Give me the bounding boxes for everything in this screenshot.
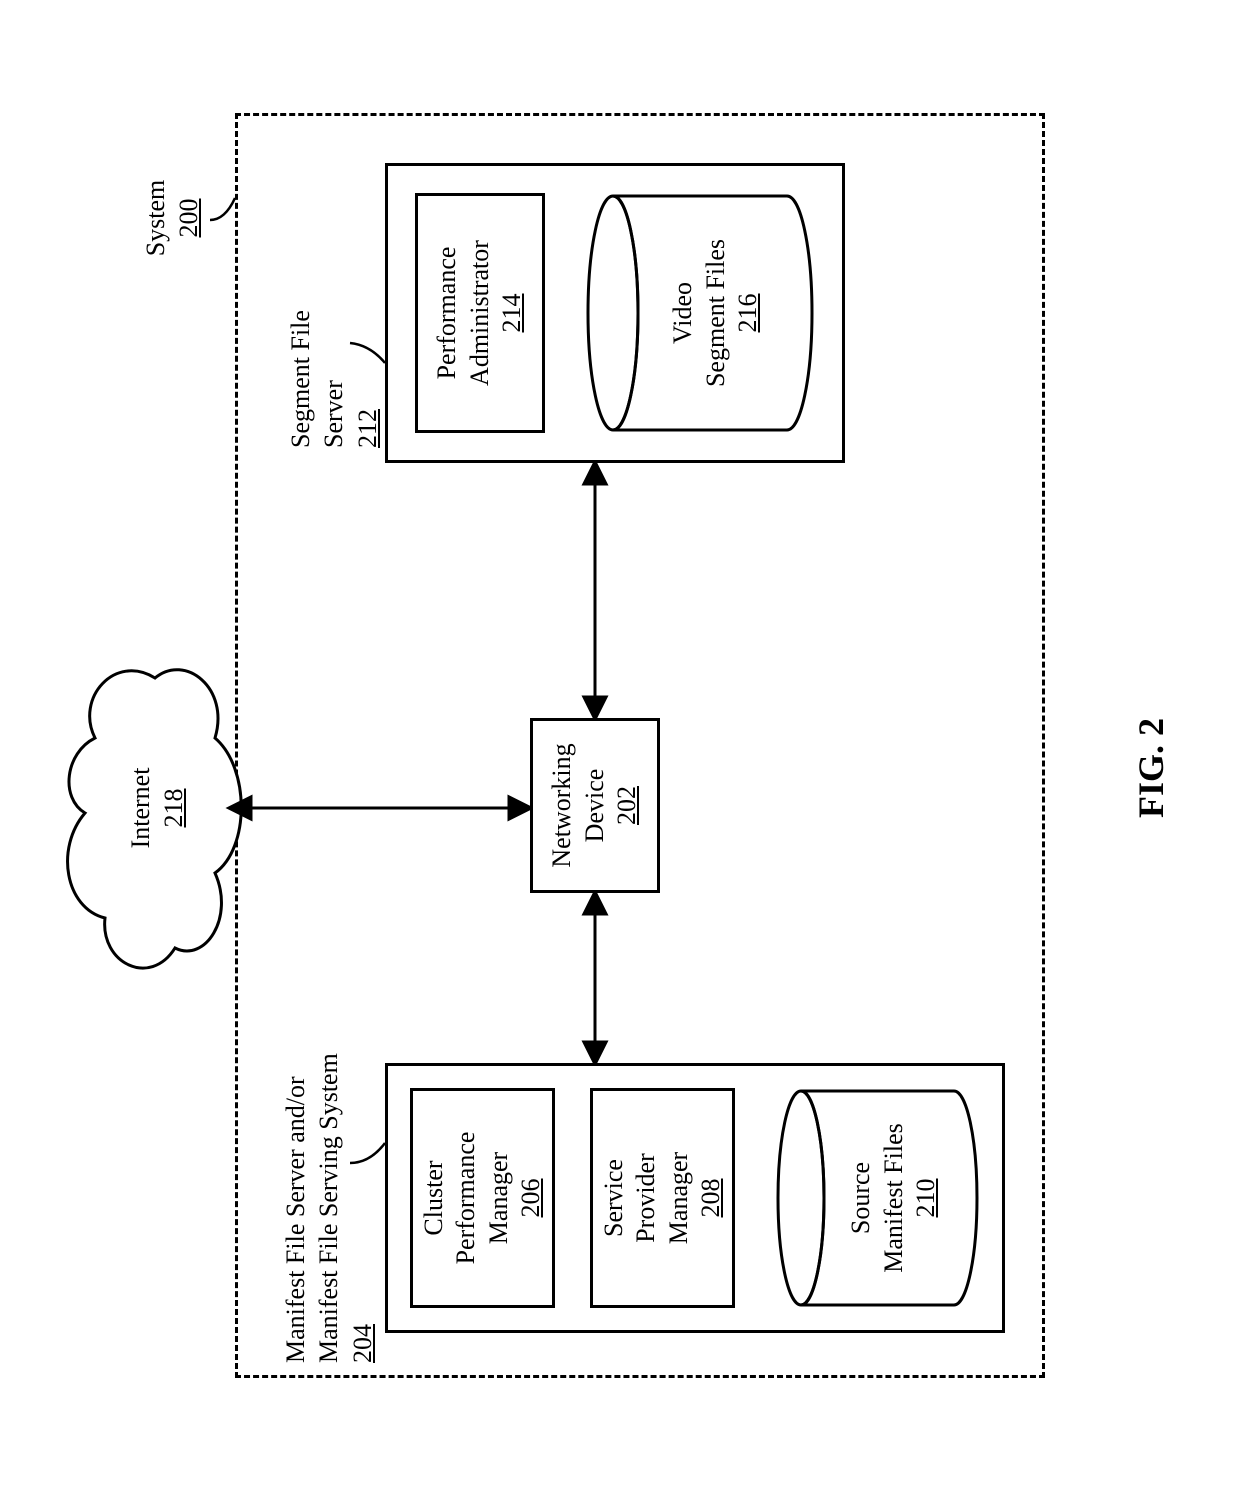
segment-server-label-text: Segment File Server	[286, 310, 348, 448]
source-manifest-files-cylinder: Source Manifest Files 210	[775, 1088, 980, 1308]
cluster-perf-mgr-box: Cluster Performance Manager 206	[410, 1088, 555, 1308]
manifest-server-ref: 204	[348, 1324, 377, 1363]
figure-label: FIG. 2	[1130, 718, 1172, 818]
source-manifest-files-label: Source Manifest Files	[846, 1123, 908, 1273]
service-provider-mgr-ref: 208	[695, 1179, 728, 1218]
internet-ref: 218	[159, 789, 188, 828]
networking-device-ref: 202	[611, 786, 644, 825]
service-provider-mgr-label: Service Provider Manager	[598, 1152, 696, 1244]
internet-label-text: Internet	[126, 768, 155, 849]
segment-server-label: Segment File Server 212	[285, 148, 385, 448]
internet-label: Internet 218	[125, 718, 190, 898]
video-segment-files-ref: 216	[733, 294, 762, 333]
manifest-server-label: Manifest File Server and/or Manifest Fil…	[280, 1013, 380, 1363]
video-segment-files-label: Video Segment Files	[668, 239, 730, 387]
video-segment-files-cylinder: Video Segment Files 216	[585, 193, 815, 433]
source-manifest-files-ref: 210	[911, 1179, 940, 1218]
segment-server-ref: 212	[353, 409, 382, 448]
diagram-canvas: System 200	[0, 0, 1240, 1508]
manifest-server-label-text: Manifest File Server and/or Manifest Fil…	[281, 1053, 343, 1363]
networking-device-box: Networking Device 202	[530, 718, 660, 893]
networking-device-label: Networking Device	[546, 743, 611, 867]
cluster-perf-mgr-label: Cluster Performance Manager	[418, 1132, 516, 1265]
perf-admin-box: Performance Administrator 214	[415, 193, 545, 433]
service-provider-mgr-box: Service Provider Manager 208	[590, 1088, 735, 1308]
cluster-perf-mgr-ref: 206	[515, 1179, 548, 1218]
perf-admin-ref: 214	[496, 294, 529, 333]
perf-admin-label: Performance Administrator	[431, 240, 496, 386]
